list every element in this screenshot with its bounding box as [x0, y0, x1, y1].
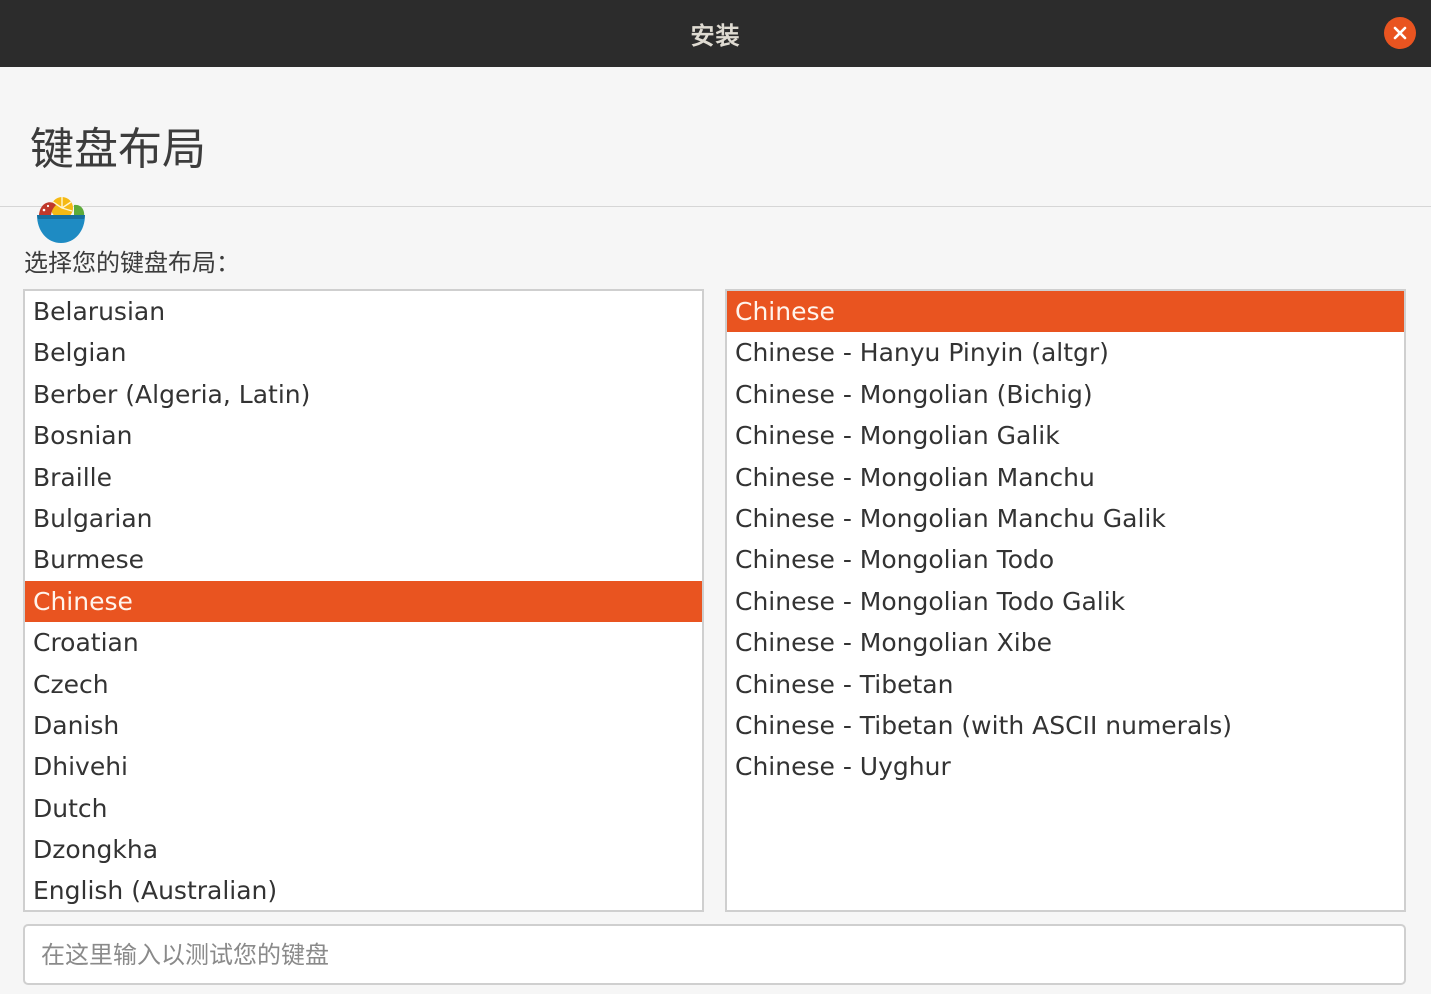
- variant-list-item[interactable]: Chinese - Mongolian Manchu Galik: [727, 498, 1404, 539]
- layout-list-item[interactable]: Braille: [25, 457, 702, 498]
- keyboard-test-input[interactable]: [23, 924, 1406, 985]
- layout-list-item[interactable]: English (Australian): [25, 870, 702, 910]
- variant-list-item[interactable]: Chinese - Mongolian Galik: [727, 415, 1404, 456]
- layout-list-item[interactable]: Belgian: [25, 332, 702, 373]
- layout-prompt: 选择您的键盘布局：: [24, 249, 240, 277]
- layout-list-item[interactable]: Chinese: [25, 580, 702, 623]
- fruit-bowl-logo-icon: [37, 197, 85, 243]
- variant-list-item[interactable]: Chinese - Mongolian Todo: [727, 539, 1404, 580]
- layout-list-item[interactable]: Dhivehi: [25, 746, 702, 787]
- variant-list[interactable]: Chinese Chinese - Hanyu Pinyin (altgr) Chi…: [725, 289, 1406, 912]
- layout-list-item[interactable]: Czech: [25, 664, 702, 705]
- variant-list-item[interactable]: Chinese - Mongolian (Bichig): [727, 374, 1404, 415]
- variant-list-item[interactable]: Chinese - Tibetan (with ASCII numerals): [727, 705, 1404, 746]
- layout-list-item[interactable]: Bosnian: [25, 415, 702, 456]
- variant-list-item[interactable]: Chinese - Tibetan: [727, 664, 1404, 705]
- layout-list-item[interactable]: Bulgarian: [25, 498, 702, 539]
- page-header: 键盘布局: [0, 67, 1431, 207]
- variant-list-item[interactable]: Chinese - Uyghur: [727, 746, 1404, 787]
- variant-list-item[interactable]: Chinese - Mongolian Xibe: [727, 622, 1404, 663]
- close-button[interactable]: [1384, 17, 1416, 49]
- variant-list-item[interactable]: Chinese - Hanyu Pinyin (altgr): [727, 332, 1404, 373]
- layout-list-item[interactable]: Croatian: [25, 622, 702, 663]
- layout-list-item[interactable]: Dutch: [25, 788, 702, 829]
- window-title: 安装: [690, 22, 741, 50]
- page-title: 键盘布局: [30, 124, 206, 175]
- layout-list-item[interactable]: Burmese: [25, 539, 702, 580]
- layout-list-item[interactable]: Belarusian: [25, 291, 702, 332]
- layout-list-item[interactable]: Berber (Algeria, Latin): [25, 374, 702, 415]
- variant-list-item[interactable]: Chinese - Mongolian Manchu: [727, 457, 1404, 498]
- layout-list-item[interactable]: Danish: [25, 705, 702, 746]
- layout-list[interactable]: Belarusian Belgian Berber (Algeria, Latin)…: [23, 289, 704, 912]
- variant-list-item[interactable]: Chinese: [727, 291, 1404, 333]
- close-icon: [1393, 26, 1407, 40]
- variant-list-item[interactable]: Chinese - Mongolian Todo Galik: [727, 581, 1404, 622]
- window-titlebar: 安装: [0, 0, 1431, 67]
- layout-list-item[interactable]: Dzongkha: [25, 829, 702, 870]
